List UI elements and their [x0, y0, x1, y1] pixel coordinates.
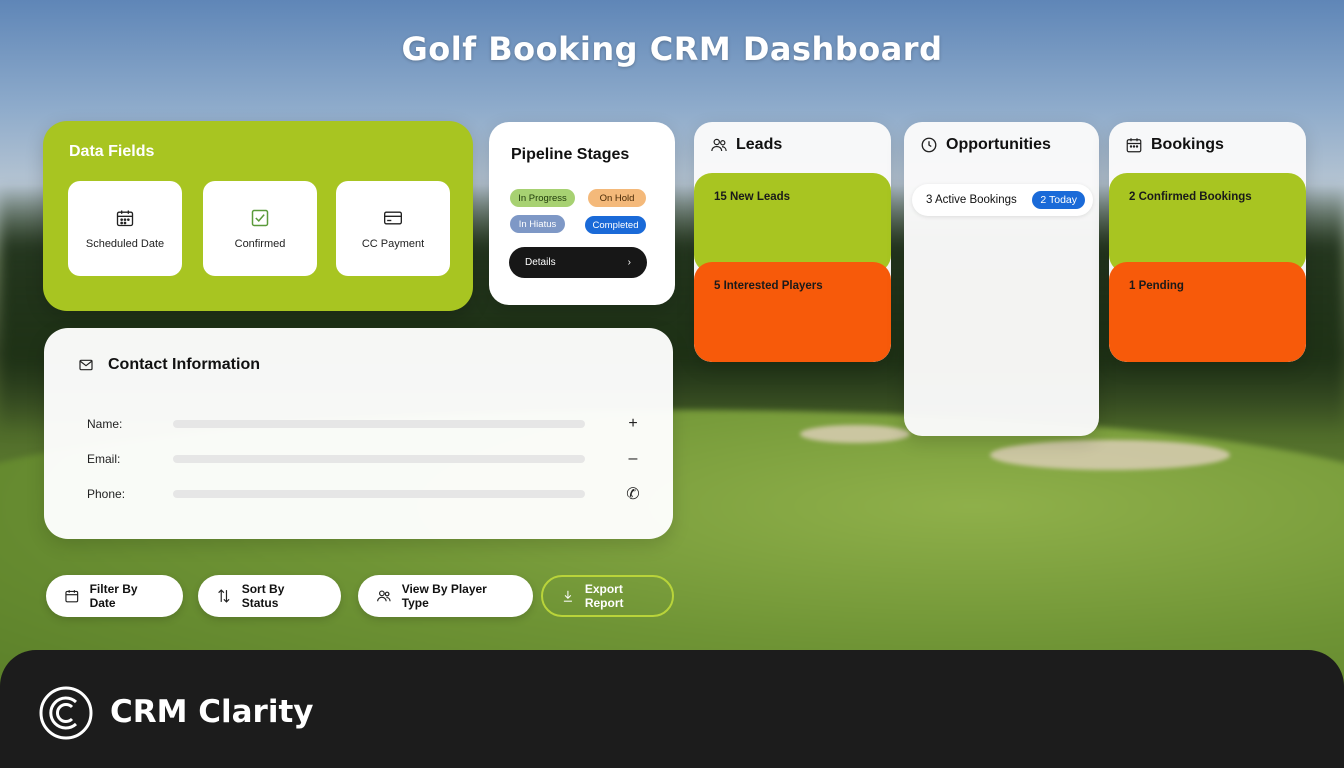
sort-arrows-icon [218, 589, 230, 603]
name-label: Name: [87, 417, 123, 431]
footer-bar: CRM Clarity [0, 650, 1344, 768]
field-tile-cc-payment[interactable]: CC Payment [336, 181, 450, 276]
field-tile-confirmed[interactable]: Confirmed [203, 181, 317, 276]
field-tile-label: Scheduled Date [85, 237, 165, 250]
contact-information-panel: Contact Information Name: + Email: – Pho… [44, 328, 673, 539]
data-fields-heading: Data Fields [69, 143, 155, 160]
chevron-right-icon: › [627, 257, 631, 268]
view-by-player-type-label: View By Player Type [401, 582, 487, 610]
contact-row-name: Name: + [87, 414, 647, 434]
phone-icon[interactable]: ✆ [623, 484, 643, 504]
leads-column: Leads 15 New Leads 5 Interested Players [694, 122, 891, 362]
phone-field[interactable] [173, 490, 585, 498]
clock-icon [921, 137, 937, 153]
pipeline-stages-panel: Pipeline Stages In Progress On Hold In H… [489, 122, 675, 305]
download-icon [563, 590, 572, 602]
users-icon [377, 590, 391, 602]
mail-icon [79, 359, 93, 371]
sand-bunker [800, 425, 910, 443]
sort-by-status-button[interactable]: Sort By Status [198, 575, 341, 617]
opportunities-heading-label: Opportunities [946, 136, 1051, 153]
pipeline-heading: Pipeline Stages [511, 146, 630, 163]
phone-label: Phone: [87, 487, 126, 501]
details-button[interactable]: Details › [509, 247, 647, 278]
brand-name: CRM Clarity [110, 694, 314, 730]
contact-heading-label: Contact Information [108, 356, 260, 373]
calendar-icon [1126, 138, 1142, 153]
view-by-player-type-button[interactable]: View By Player Type [358, 575, 533, 617]
stage-in-hiatus[interactable]: In Hiatus [510, 215, 565, 233]
users-icon [711, 138, 727, 152]
bookings-heading-label: Bookings [1151, 136, 1224, 153]
bookings-heading: Bookings [1125, 136, 1224, 154]
filter-by-date-button[interactable]: Filter By Date [46, 575, 183, 617]
field-tile-label: CC Payment [361, 237, 425, 250]
details-label: Details [525, 257, 556, 268]
sand-bunker [990, 440, 1230, 470]
opportunities-heading: Opportunities [920, 136, 1051, 154]
export-report-label: Export Report [584, 582, 624, 610]
data-fields-panel: Data Fields Scheduled Date Confirmed CC … [43, 121, 473, 311]
booking-card-pending[interactable]: 1 Pending [1109, 262, 1306, 362]
calendar-icon [65, 590, 79, 603]
stage-completed[interactable]: Completed [585, 216, 646, 234]
bookings-column: Bookings 2 Confirmed Bookings 1 Pending [1109, 122, 1306, 362]
minus-icon[interactable]: – [623, 450, 643, 468]
opportunities-column: Opportunities 3 Active Bookings 2 Today [904, 122, 1099, 436]
contact-row-email: Email: – [87, 449, 647, 469]
lead-card-new-leads[interactable]: 15 New Leads [694, 173, 891, 273]
sort-by-status-label: Sort By Status [241, 582, 285, 610]
page-title: Golf Booking CRM Dashboard [401, 30, 943, 68]
name-field[interactable] [173, 420, 585, 428]
contact-heading: Contact Information [78, 356, 260, 374]
field-tile-label: Confirmed [234, 237, 286, 250]
filter-by-date-label: Filter By Date [89, 582, 138, 610]
stage-on-hold[interactable]: On Hold [588, 189, 646, 207]
checkbox-icon [251, 209, 269, 226]
crm-clarity-logo-icon [39, 686, 93, 740]
email-field[interactable] [173, 455, 585, 463]
active-bookings-label: 3 Active Bookings [926, 194, 1017, 206]
lead-card-interested-players[interactable]: 5 Interested Players [694, 262, 891, 362]
booking-card-confirmed[interactable]: 2 Confirmed Bookings [1109, 173, 1306, 273]
today-badge: 2 Today [1032, 191, 1085, 209]
active-bookings-item[interactable]: 3 Active Bookings 2 Today [912, 184, 1093, 216]
calendar-icon [116, 210, 134, 226]
export-report-button[interactable]: Export Report [541, 575, 674, 617]
email-label: Email: [87, 452, 121, 466]
leads-heading: Leads [710, 136, 782, 154]
plus-icon[interactable]: + [623, 415, 643, 433]
leads-heading-label: Leads [736, 136, 783, 153]
credit-card-icon [384, 211, 402, 224]
stage-in-progress[interactable]: In Progress [510, 189, 575, 207]
contact-row-phone: Phone: ✆ [87, 484, 647, 504]
field-tile-scheduled-date[interactable]: Scheduled Date [68, 181, 182, 276]
